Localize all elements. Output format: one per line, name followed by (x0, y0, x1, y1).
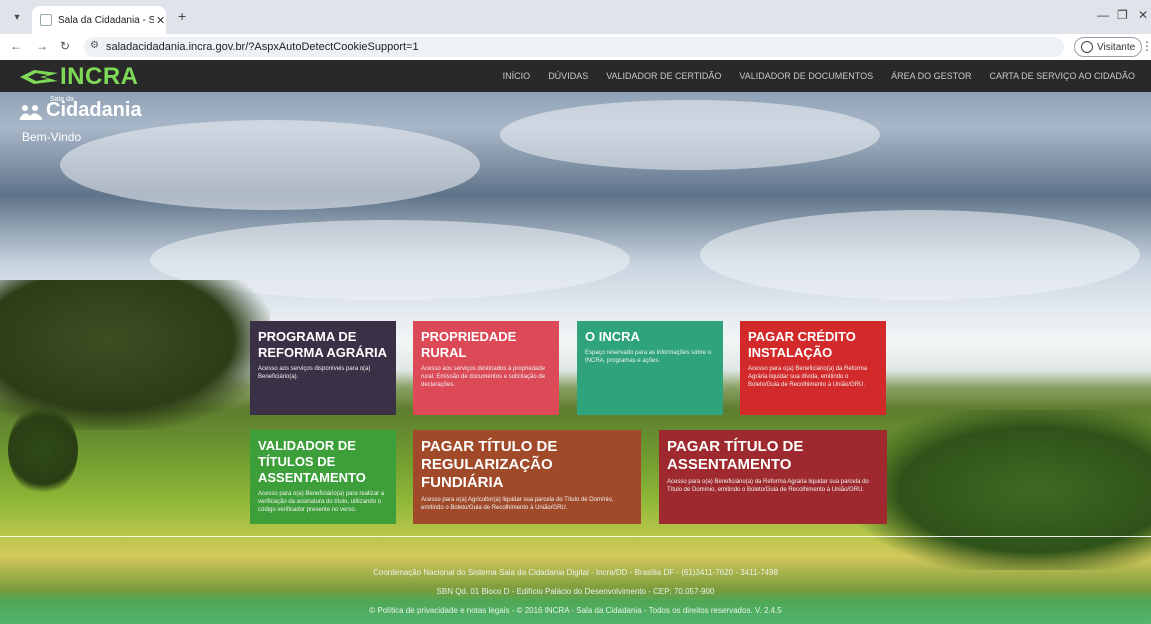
logo-text: INCRA (60, 63, 139, 90)
people-icon (20, 105, 42, 120)
tile-title: PAGAR TÍTULO DE REGULARIZAÇÃO FUNDIÁRIA (421, 438, 558, 491)
guest-profile-button[interactable]: Visitante (1074, 37, 1143, 57)
browser-tab-bar: ▾ Sala da Cidadania - Sala da Cid... ✕ +… (0, 0, 1151, 34)
menu-item-carta-servico[interactable]: CARTA DE SERVIÇO AO CIDADÃO (989, 71, 1135, 81)
browser-tab[interactable]: Sala da Cidadania - Sala da Cid... ✕ (32, 6, 166, 34)
back-arrow-icon[interactable]: ← (10, 39, 22, 53)
tile-description: Espaço reservado para as informações sob… (585, 350, 712, 364)
footer-contact: Coordenação Nacional do Sistema Sala da … (373, 568, 778, 577)
reload-icon[interactable]: ↻ (60, 39, 70, 53)
browser-address-bar: ← → ↻ ⚙ saladacidadania.incra.gov.br/?As… (0, 34, 1151, 61)
tile-description: Acesso para o(a) Agricultor(a) liquidar … (421, 497, 614, 511)
browser-menu-icon[interactable]: ⋮ (1141, 39, 1151, 53)
tab-title: Sala da Cidadania - Sala da Cid... (58, 14, 154, 26)
tree-cluster-right (860, 410, 1151, 570)
site-settings-icon[interactable]: ⚙ (90, 40, 99, 51)
menu-item-validador-documentos[interactable]: VALIDADOR DE DOCUMENTOS (739, 71, 873, 81)
footer-legal[interactable]: © Política de privacidade e notas legais… (0, 606, 1151, 615)
divider-line (0, 536, 1151, 537)
menu-item-validador-certidao[interactable]: VALIDADOR DE CERTIDÃO (606, 71, 721, 81)
cloud-shape (60, 120, 480, 210)
window-close-icon[interactable]: ✕ (1138, 8, 1148, 22)
tile-title: PAGAR CRÉDITO INSTALAÇÃO (748, 329, 856, 360)
forward-arrow-icon[interactable]: → (36, 39, 48, 53)
tile-title: PROGRAMA DE REFORMA AGRÁRIA (258, 329, 388, 360)
footer-address: SBN Qd. 01 Bloco D - Edifício Palácio do… (436, 587, 715, 596)
brand-small-text: Sala da (50, 96, 74, 103)
sala-cidadania-logo: Sala da Cidadania (20, 96, 142, 121)
profile-icon (1081, 41, 1093, 53)
menu-item-duvidas[interactable]: DÚVIDAS (548, 71, 588, 81)
incra-leaf-icon (20, 70, 58, 84)
cloud-shape (700, 210, 1140, 300)
main-menu: INÍCIO DÚVIDAS VALIDADOR DE CERTIDÃO VAL… (485, 60, 1135, 92)
tab-close-icon[interactable]: ✕ (156, 14, 165, 27)
site-footer: Coordenação Nacional do Sistema Sala da … (0, 568, 1151, 624)
new-tab-plus-icon[interactable]: + (178, 8, 186, 24)
lone-tree (8, 405, 78, 495)
favicon-icon (40, 14, 52, 26)
tab-search-chevron-icon[interactable]: ▾ (9, 9, 25, 25)
tile-o-incra[interactable]: O INCRA Espaço reservado para as informa… (577, 321, 723, 415)
tile-title: O INCRA (585, 329, 640, 344)
tile-description: Acesso para o(a) Beneficiário(a) para re… (258, 491, 385, 513)
tile-pagar-credito-instalacao[interactable]: PAGAR CRÉDITO INSTALAÇÃO Acesso para o(a… (740, 321, 886, 415)
tile-propriedade-rural[interactable]: PROPRIEDADE RURAL Acesso aos serviços de… (413, 321, 559, 415)
tile-title: VALIDADOR DE TÍTULOS DE ASSENTAMENTO (258, 438, 366, 485)
tile-description: Acesso para o(a) Beneficiário(a) da Refo… (748, 366, 868, 388)
tile-description: Acesso aos serviços destinados à proprie… (421, 366, 546, 388)
brand-name: Cidadania (46, 99, 142, 121)
tile-validador-titulos-assentamento[interactable]: VALIDADOR DE TÍTULOS DE ASSENTAMENTO Ace… (250, 430, 396, 524)
tile-pagar-titulo-regularizacao-fundiaria[interactable]: PAGAR TÍTULO DE REGULARIZAÇÃO FUNDIÁRIA … (413, 430, 641, 524)
url-text: saladacidadania.incra.gov.br/?AspxAutoDe… (106, 41, 419, 53)
guest-label: Visitante (1097, 41, 1136, 53)
minimize-icon[interactable]: — (1097, 8, 1109, 22)
page-content: INCRA INÍCIO DÚVIDAS VALIDADOR DE CERTID… (0, 60, 1151, 624)
tile-description: Acesso para o(a) Beneficiário(a) da Refo… (667, 479, 869, 493)
incra-logo[interactable]: INCRA (20, 63, 139, 91)
site-navbar: INCRA INÍCIO DÚVIDAS VALIDADOR DE CERTID… (0, 60, 1151, 92)
menu-item-inicio[interactable]: INÍCIO (503, 71, 531, 81)
tile-title: PAGAR TÍTULO DE ASSENTAMENTO (667, 438, 804, 473)
tile-description: Acesso aos serviços disponíveis para o(a… (258, 366, 371, 380)
cloud-shape (500, 100, 880, 170)
url-input[interactable]: ⚙ saladacidadania.incra.gov.br/?AspxAuto… (84, 37, 1064, 57)
menu-item-area-gestor[interactable]: ÁREA DO GESTOR (891, 71, 971, 81)
welcome-text: Bem-Vindo (22, 130, 82, 144)
tile-pagar-titulo-assentamento[interactable]: PAGAR TÍTULO DE ASSENTAMENTO Acesso para… (659, 430, 887, 524)
restore-icon[interactable]: ❐ (1117, 8, 1128, 22)
tile-programa-reforma-agraria[interactable]: PROGRAMA DE REFORMA AGRÁRIA Acesso aos s… (250, 321, 396, 415)
tile-title: PROPRIEDADE RURAL (421, 329, 517, 360)
